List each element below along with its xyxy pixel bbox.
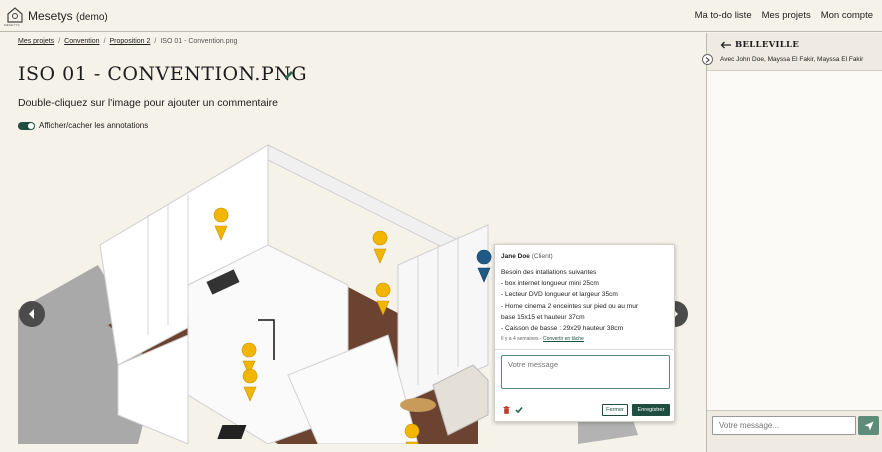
comment-line: Besoin des intallations suivantes	[501, 269, 597, 276]
logo-subtext: MESETYS	[4, 23, 20, 27]
annotations-toggle-row: Afficher/cacher les annotations	[18, 121, 148, 130]
top-nav: Ma to-do liste Mes projets Mon compte	[695, 10, 873, 21]
panel-title: BELLEVILLE	[735, 40, 800, 50]
page-title: ISO 01 - CONVENTION.PNG	[18, 63, 308, 85]
breadcrumb-proposition[interactable]: Proposition 2	[110, 38, 151, 45]
top-bar: MESETYS Mesetys (demo) Ma to-do liste Me…	[0, 0, 882, 32]
app-name: Mesetys	[28, 9, 73, 23]
convert-to-task-link[interactable]: Convertir en tâche	[543, 336, 584, 342]
app-brand[interactable]: Mesetys (demo)	[28, 9, 108, 23]
save-comment-button[interactable]: Enregistrer	[632, 404, 670, 416]
comment-divider	[495, 349, 676, 350]
breadcrumb-projects[interactable]: Mes projets	[18, 38, 54, 45]
house-logo-icon[interactable]	[6, 5, 24, 25]
discussion-panel: BELLEVILLE Avec John Doe, Mayssa El Faki…	[702, 33, 882, 452]
comment-role: (Client)	[531, 253, 553, 260]
trash-icon[interactable]	[503, 406, 510, 414]
demo-label: (demo)	[76, 12, 108, 23]
chat-message-input[interactable]	[712, 416, 856, 435]
plan-table	[400, 398, 436, 412]
breadcrumb-separator: /	[103, 38, 106, 45]
comment-body: Besoin des intallations suivantes - box …	[501, 267, 671, 334]
plan-cooktop	[217, 425, 247, 439]
annotations-toggle[interactable]	[18, 121, 35, 130]
breadcrumb-separator: /	[154, 38, 157, 45]
comment-line: - box internet longueur mini 25cm	[501, 280, 599, 288]
comment-line: - Lecteur DVD longueur et largeur 35cm	[501, 291, 618, 299]
chevron-left-icon	[29, 309, 34, 319]
breadcrumb: Mes projets / Convention / Proposition 2…	[18, 38, 237, 45]
check-icon[interactable]	[515, 406, 523, 414]
breadcrumb-current: ISO 01 - Convention.png	[160, 38, 238, 45]
page-subtitle: Double-cliquez sur l'image pour ajouter …	[18, 97, 278, 109]
collapse-panel-button[interactable]	[702, 54, 713, 65]
breadcrumb-separator: /	[58, 38, 61, 45]
comment-line: base 15x15 et hauteur 37cm	[501, 313, 585, 321]
breadcrumb-convention[interactable]: Convention	[64, 38, 99, 45]
nav-account-link[interactable]: Mon compte	[821, 10, 873, 21]
prev-image-button[interactable]	[19, 301, 45, 327]
chevron-right-icon	[705, 56, 710, 63]
comment-reply-input[interactable]	[501, 355, 670, 389]
edit-pencil-icon[interactable]	[284, 70, 294, 80]
panel-footer	[707, 410, 882, 452]
comment-line: - Caisson de basse : 29x29 hauteur 38cm	[501, 325, 624, 333]
panel-participants: Avec John Doe, Mayssa El Fakir, Mayssa E…	[720, 56, 864, 63]
close-comment-button[interactable]: Fermer	[602, 404, 628, 416]
panel-header: BELLEVILLE Avec John Doe, Mayssa El Faki…	[707, 33, 882, 71]
nav-projects-link[interactable]: Mes projets	[762, 10, 811, 21]
comment-line: - Home cinema 2 enceintes sur pied ou au…	[501, 302, 639, 310]
comment-author: Jane Doe	[501, 253, 530, 260]
comment-author-row: Jane Doe (Client)	[501, 253, 553, 260]
send-icon	[864, 421, 873, 430]
comment-meta: Il y a 4 semaines - Convertir en tâche	[501, 336, 584, 342]
nav-todo-link[interactable]: Ma to-do liste	[695, 10, 752, 21]
arrow-left-icon[interactable]	[720, 41, 732, 49]
annotations-toggle-label: Afficher/cacher les annotations	[39, 121, 149, 130]
send-message-button[interactable]	[858, 416, 879, 435]
annotation-marker	[372, 230, 388, 264]
comment-time: Il y a 4 semaines -	[501, 336, 542, 342]
comment-popup: Jane Doe (Client) Besoin des intallation…	[494, 244, 676, 422]
